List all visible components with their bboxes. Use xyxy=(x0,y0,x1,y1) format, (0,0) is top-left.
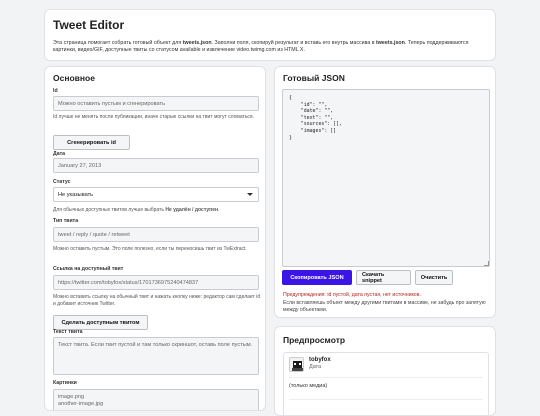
divider xyxy=(289,399,483,400)
preview-card: Предпросмотр tobyfox Дата (только медиа) xyxy=(274,326,496,416)
desc-text-2: . Заполни поля, скопируй результат и вст… xyxy=(211,40,377,46)
make-available-button[interactable]: Сделать доступным твитом xyxy=(53,315,148,330)
download-snippet-button[interactable]: Скачать snippet xyxy=(356,270,411,285)
status-hint: Для обычных доступных твитов лучше выбра… xyxy=(53,207,263,214)
media-placeholder: (только медиа) xyxy=(289,383,328,389)
date-input[interactable]: January 27, 2013 xyxy=(53,158,259,173)
clear-button[interactable]: Очистить xyxy=(415,270,453,285)
json-output[interactable]: { "id": "", "date": "", "text": "", "sou… xyxy=(282,89,490,267)
status-label: Статус xyxy=(53,179,71,185)
type-hint: Можно оставить пустым. Это поле полезно,… xyxy=(53,246,247,252)
avatar-icon xyxy=(290,358,303,371)
date-label: Дата xyxy=(53,151,66,157)
images-label: Картинки xyxy=(53,380,77,386)
generate-id-button[interactable]: Сгенерировать id xyxy=(53,135,130,150)
header-card: Tweet Editor Эта страница помогает собра… xyxy=(44,9,496,61)
comma-note: Если вставляешь объект между другими тви… xyxy=(283,300,486,313)
divider xyxy=(289,377,483,378)
desc-bold-1: tweets.json xyxy=(182,40,212,46)
avatar xyxy=(289,357,304,372)
status-select[interactable]: Не указывать xyxy=(53,187,259,202)
type-label: Тип твита xyxy=(53,218,79,224)
copy-json-button[interactable]: Скопировать JSON xyxy=(282,270,352,285)
warning-text: Предупреждения: id пустой, дата пустая, … xyxy=(283,292,421,298)
resize-handle-icon[interactable] xyxy=(484,261,489,266)
type-input[interactable]: tweet / reply / quote / retweet xyxy=(53,227,259,242)
status-hint-text: Для обычных доступных твитов лучше выбра… xyxy=(53,207,166,213)
section-heading-preview: Предпросмотр xyxy=(283,335,346,345)
id-hint: Id лучше не менять после публикации, ина… xyxy=(53,114,255,120)
text-label: Текст твита xyxy=(53,329,83,335)
page-description: Эта страница помогает собрать готовый об… xyxy=(53,40,489,54)
id-input[interactable]: Можно оставить пустым и сгенерировать xyxy=(53,96,259,111)
json-card: Готовый JSON { "id": "", "date": "", "te… xyxy=(274,66,496,318)
id-label: Id xyxy=(53,88,58,94)
tweet-username: tobyfox xyxy=(309,357,331,363)
images-text-area[interactable]: image.png another-image.jpg xyxy=(53,389,259,410)
tweet-link-input[interactable]: https://twitter.com/tobyfox/status/17017… xyxy=(53,275,259,290)
tweet-text-area[interactable]: Текст твита. Если твит пустой и там толь… xyxy=(53,337,259,375)
main-form-card: Основное Id Можно оставить пустым и сген… xyxy=(44,66,266,411)
section-heading-main: Основное xyxy=(53,73,95,83)
status-select-value: Не указывать xyxy=(58,192,94,198)
desc-bold-2: tweets.json xyxy=(376,40,405,46)
tweet-preview: tobyfox Дата (только медиа) xyxy=(283,352,489,415)
page-title: Tweet Editor xyxy=(53,18,125,32)
link-hint: Можно вставить ссылку на обычный твит и … xyxy=(53,294,261,307)
status-hint-bold: Не удалён / доступен xyxy=(165,207,218,213)
status-hint-end: . xyxy=(218,207,220,213)
desc-text-1: Эта страница помогает собрать готовый об… xyxy=(53,40,183,46)
section-heading-json: Готовый JSON xyxy=(283,73,345,83)
tweet-date: Дата xyxy=(309,364,322,370)
link-label: Ссылка на доступный твит xyxy=(53,266,124,272)
